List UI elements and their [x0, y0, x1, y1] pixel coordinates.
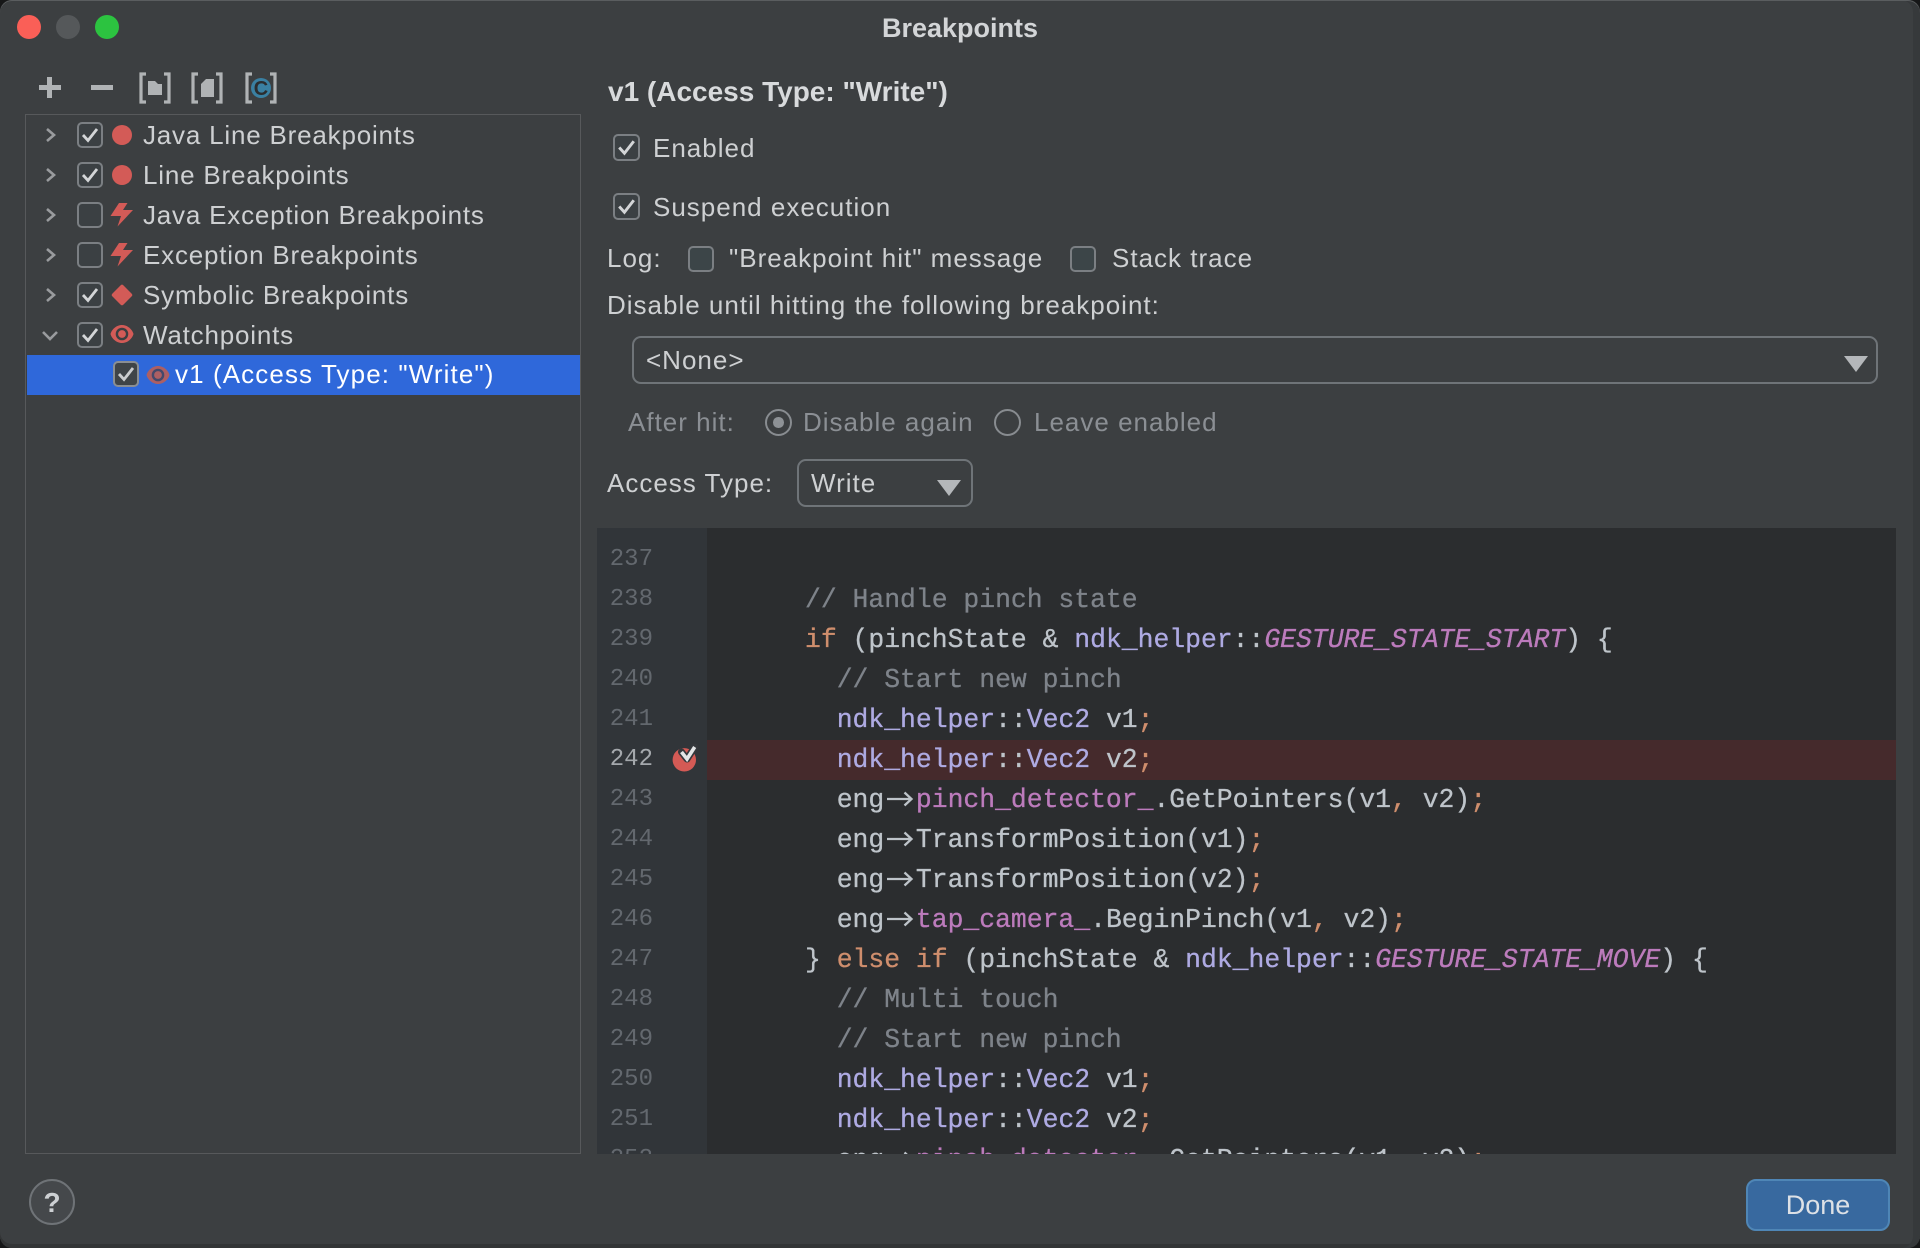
svg-text:C: C	[254, 78, 268, 100]
